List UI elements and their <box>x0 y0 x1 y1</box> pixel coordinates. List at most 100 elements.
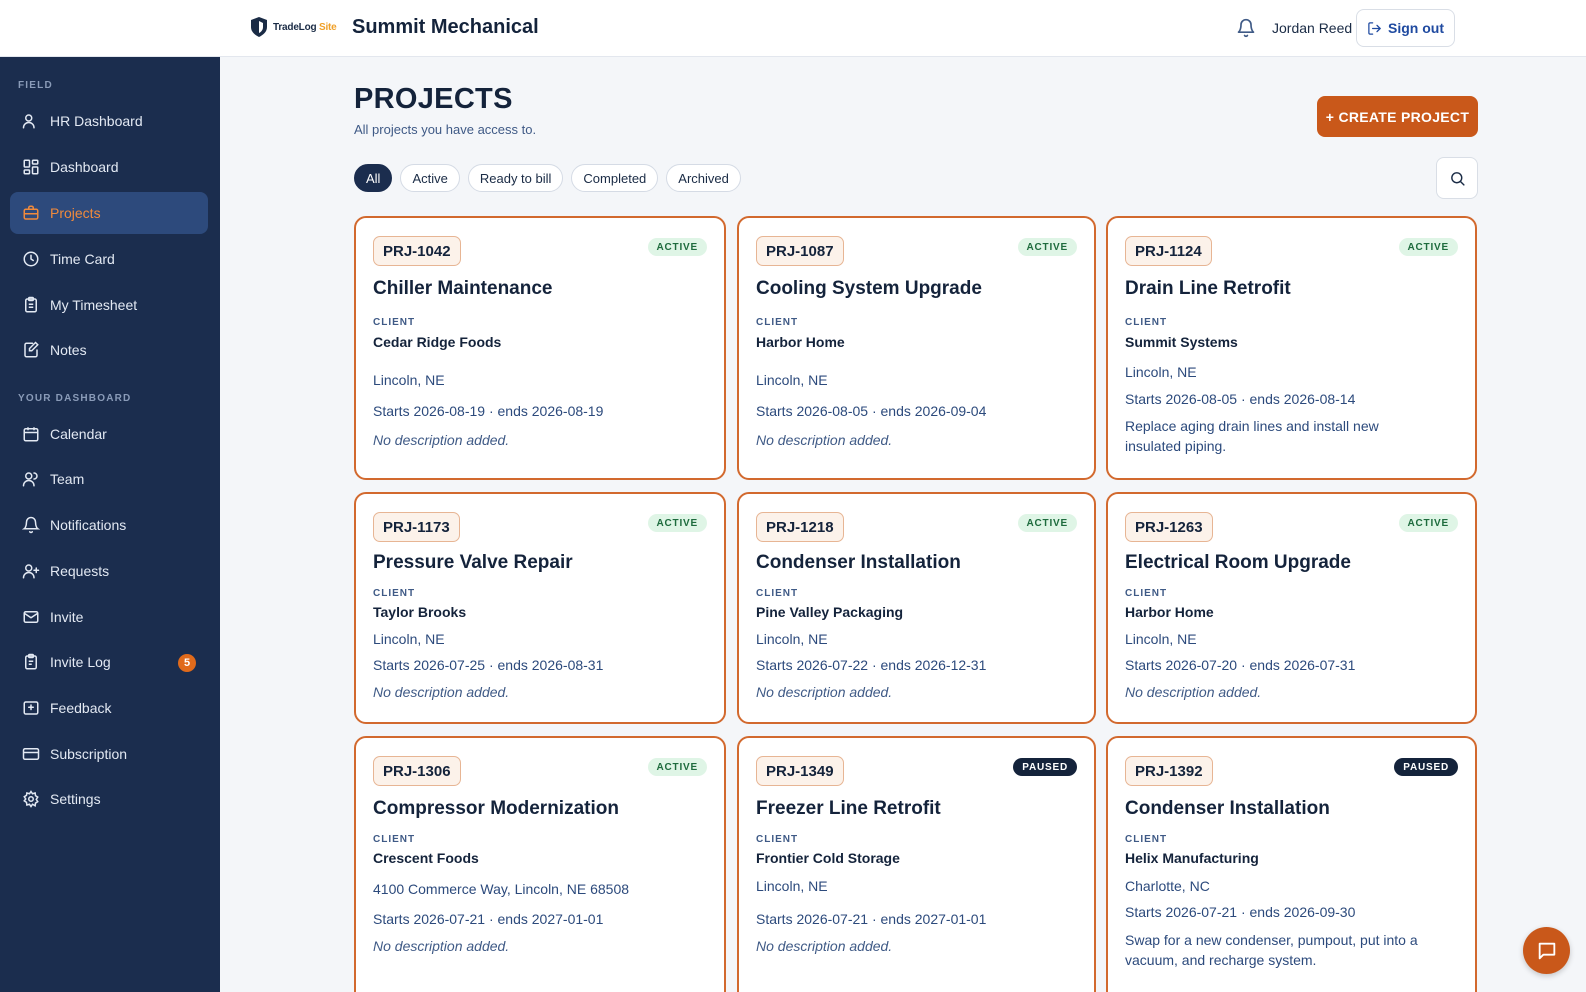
project-description: No description added. <box>1125 684 1262 700</box>
status-badge: PAUSED <box>1394 758 1458 776</box>
sidebar-item-label: My Timesheet <box>50 297 138 313</box>
sidebar-item-settings[interactable]: Settings <box>10 778 208 820</box>
project-name: Compressor Modernization <box>373 798 619 819</box>
client-label: CLIENT <box>1125 588 1168 599</box>
project-dates: Starts 2026-07-21 · ends 2027-01-01 <box>373 911 604 927</box>
briefcase-icon <box>23 205 39 220</box>
project-card[interactable]: PRJ-1087 ACTIVE Cooling System Upgrade C… <box>737 216 1096 480</box>
log-icon <box>25 653 37 670</box>
project-description: No description added. <box>373 432 510 448</box>
project-description: No description added. <box>756 684 893 700</box>
sidebar-item-dashboard[interactable]: Dashboard <box>10 146 208 188</box>
team-icon <box>22 472 38 487</box>
sidebar-item-subscription[interactable]: Subscription <box>10 733 208 775</box>
sidebar-item-hr-dashboard[interactable]: HR Dashboard <box>10 100 208 142</box>
sidebar-item-time-card[interactable]: Time Card <box>10 238 208 280</box>
project-card[interactable]: PRJ-1218 ACTIVE Condenser Installation C… <box>737 492 1096 724</box>
create-project-button[interactable]: + CREATE PROJECT <box>1317 96 1478 137</box>
client-name: Pine Valley Packaging <box>756 604 904 620</box>
client-name: Frontier Cold Storage <box>756 850 900 866</box>
status-filter-chips: All Active Ready to bill Completed Archi… <box>354 164 741 192</box>
project-card[interactable]: PRJ-1042 ACTIVE Chiller Maintenance CLIE… <box>354 216 726 480</box>
section-label-your-dashboard: YOUR DASHBOARD <box>18 393 132 404</box>
status-badge: PAUSED <box>1013 758 1077 776</box>
project-location: Lincoln, NE <box>1125 631 1197 647</box>
mail-icon <box>23 611 39 623</box>
filter-chip-active[interactable]: Active <box>400 164 460 192</box>
chat-icon <box>1538 942 1555 959</box>
app-logo[interactable]: TradeLog Site <box>251 17 337 37</box>
project-code: PRJ-1042 <box>373 236 461 266</box>
bell-icon[interactable] <box>1236 18 1256 38</box>
project-location: Lincoln, NE <box>756 372 828 388</box>
filter-chip-archived[interactable]: Archived <box>666 164 741 192</box>
client-name: Harbor Home <box>756 334 845 350</box>
project-card[interactable]: PRJ-1173 ACTIVE Pressure Valve Repair CL… <box>354 492 726 724</box>
search-button[interactable] <box>1436 157 1478 199</box>
logo-brand: TradeLog <box>273 21 317 33</box>
sidebar-item-label: Invite <box>50 609 84 625</box>
calendar-icon <box>23 427 39 442</box>
project-location: Lincoln, NE <box>756 631 828 647</box>
project-card[interactable]: PRJ-1392 PAUSED Condenser Installation C… <box>1106 736 1477 992</box>
sidebar-item-projects[interactable]: Projects <box>10 192 208 234</box>
project-dates: Starts 2026-07-25 · ends 2026-08-31 <box>373 657 604 673</box>
chat-button[interactable] <box>1523 927 1570 974</box>
project-dates: Starts 2026-08-05 · ends 2026-09-04 <box>756 403 987 419</box>
project-description: Replace aging drain lines and install ne… <box>1125 418 1379 454</box>
sidebar-item-label: Subscription <box>50 746 128 762</box>
project-location: Lincoln, NE <box>1125 364 1197 380</box>
sidebar-item-calendar[interactable]: Calendar <box>10 413 208 455</box>
filter-chip-ready-to-bill[interactable]: Ready to bill <box>467 164 564 192</box>
sidebar-item-notes[interactable]: Notes <box>10 329 208 371</box>
section-label-field: FIELD <box>18 80 53 91</box>
project-name: Pressure Valve Repair <box>373 552 573 573</box>
note-icon <box>24 341 39 358</box>
sidebar-item-invite-log[interactable]: Invite Log 5 <box>10 641 208 683</box>
logo-suffix: Site <box>319 21 337 33</box>
filter-chip-completed[interactable]: Completed <box>571 164 659 192</box>
client-label: CLIENT <box>373 588 416 599</box>
project-card[interactable]: PRJ-1349 PAUSED Freezer Line Retrofit CL… <box>737 736 1096 992</box>
project-name: Freezer Line Retrofit <box>756 798 941 819</box>
sign-out-label: Sign out <box>1388 20 1444 36</box>
project-card[interactable]: PRJ-1306 ACTIVE Compressor Modernization… <box>354 736 726 992</box>
logo-text: TradeLog Site <box>273 22 337 33</box>
top-bar: TradeLog Site Summit Mechanical Jordan R… <box>0 0 1586 57</box>
sidebar-item-label: Calendar <box>50 426 107 442</box>
page-title: PROJECTS <box>354 83 513 115</box>
sidebar-item-label: Notes <box>50 342 87 358</box>
filter-chip-all[interactable]: All <box>354 164 393 192</box>
page-subtitle: All projects you have access to. <box>354 122 537 137</box>
sidebar: FIELD HR Dashboard Dashboard Projects Ti… <box>0 57 220 992</box>
project-card[interactable]: PRJ-1124 ACTIVE Drain Line Retrofit CLIE… <box>1106 216 1477 480</box>
client-name: Harbor Home <box>1125 604 1214 620</box>
feedback-icon <box>23 701 39 715</box>
sidebar-item-notifications[interactable]: Notifications <box>10 504 208 546</box>
project-card[interactable]: PRJ-1263 ACTIVE Electrical Room Upgrade … <box>1106 492 1477 724</box>
sidebar-item-requests[interactable]: Requests <box>10 550 208 592</box>
sidebar-item-label: Settings <box>50 791 101 807</box>
project-code: PRJ-1087 <box>756 236 844 266</box>
sidebar-item-team[interactable]: Team <box>10 458 208 500</box>
sidebar-item-label: Time Card <box>50 251 115 267</box>
sidebar-item-label: Team <box>50 471 85 487</box>
users-icon <box>22 114 35 129</box>
project-description: Swap for a new condenser, pumpout, put i… <box>1125 932 1418 968</box>
sidebar-item-my-timesheet[interactable]: My Timesheet <box>10 284 208 326</box>
user-name[interactable]: Jordan Reed <box>1272 20 1352 36</box>
sidebar-item-invite[interactable]: Invite <box>10 596 208 638</box>
project-code: PRJ-1349 <box>756 756 844 786</box>
sidebar-item-label: HR Dashboard <box>50 113 143 129</box>
search-icon <box>1450 171 1465 186</box>
project-code: PRJ-1392 <box>1125 756 1213 786</box>
sign-out-button[interactable]: Sign out <box>1356 9 1455 47</box>
project-description: No description added. <box>373 938 510 954</box>
project-name: Chiller Maintenance <box>373 278 553 299</box>
project-code: PRJ-1124 <box>1125 236 1212 266</box>
company-name: Summit Mechanical <box>352 16 539 38</box>
clock-icon <box>23 251 39 267</box>
status-badge: ACTIVE <box>647 238 707 256</box>
sidebar-item-feedback[interactable]: Feedback <box>10 687 208 729</box>
project-code: PRJ-1218 <box>756 512 844 542</box>
